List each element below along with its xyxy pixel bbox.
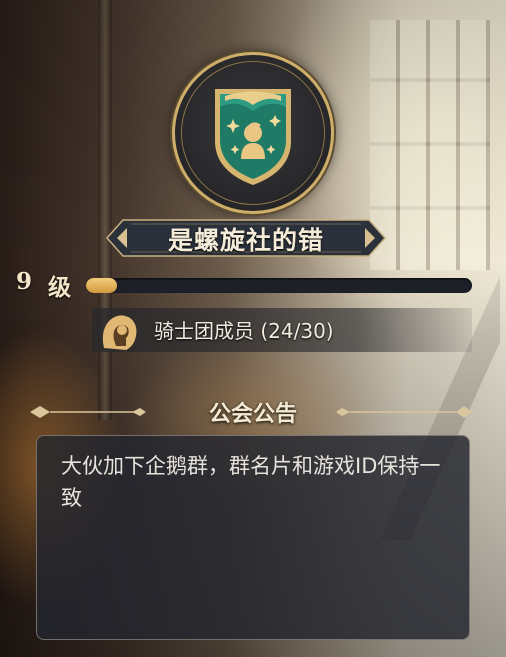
guild-membership-row[interactable]: 骑士团成员 (24/30): [92, 308, 472, 352]
guild-level-progress-bar: [86, 278, 472, 293]
guild-level-progress-fill: [86, 278, 117, 293]
guild-emblem[interactable]: [172, 52, 334, 214]
member-silhouette-icon: [102, 315, 137, 350]
guild-level-number: 9: [16, 268, 33, 295]
guild-member-count: 骑士团成员 (24/30): [154, 319, 334, 343]
announcement-text: 大伙加下企鹅群，群名片和游戏ID保持一致: [61, 454, 441, 510]
right-ornament-divider: [336, 406, 472, 418]
guild-name-banner: 是螺旋社的错: [105, 216, 387, 260]
guild-level-unit: 级: [48, 275, 71, 301]
guild-name: 是螺旋社的错: [167, 226, 324, 255]
guild-shield-emblem-icon: [215, 89, 291, 185]
announcement-header: 公会公告: [28, 394, 478, 430]
announcement-box: 大伙加下企鹅群，群名片和游戏ID保持一致: [36, 435, 470, 640]
